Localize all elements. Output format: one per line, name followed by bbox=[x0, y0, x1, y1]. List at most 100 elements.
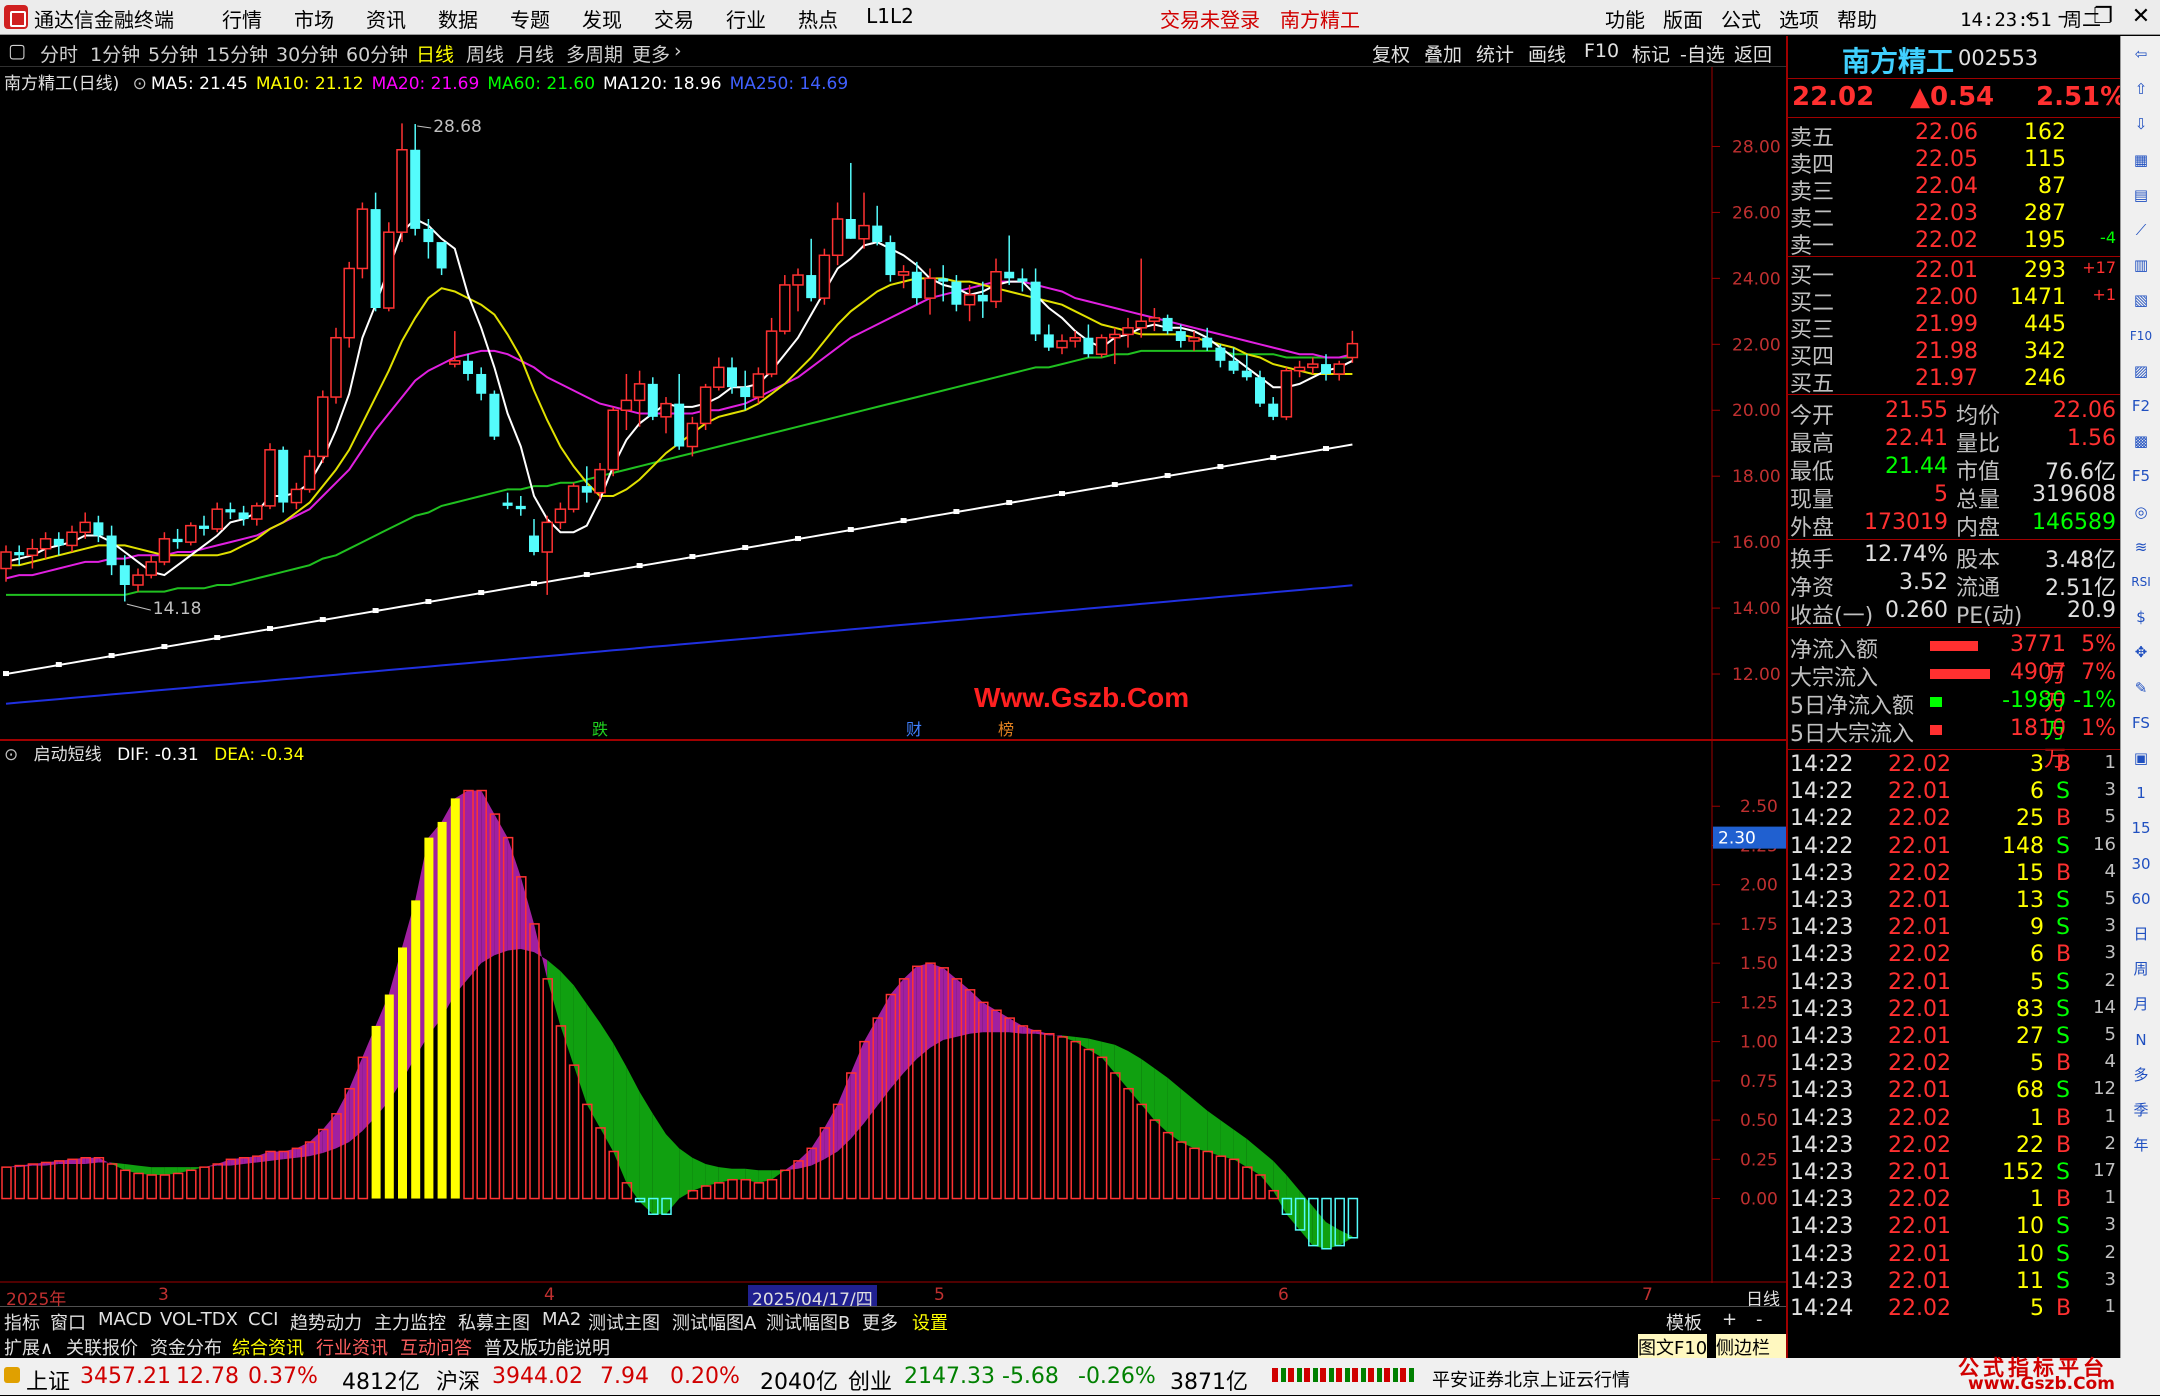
extension-tab[interactable]: 互动问答 bbox=[400, 1334, 472, 1360]
menu-item[interactable]: 市场 bbox=[278, 4, 350, 33]
indicator-tab[interactable]: - bbox=[1756, 1309, 1763, 1330]
extension-tab[interactable]: 关联报价 bbox=[66, 1334, 138, 1360]
sidebar-tool-icon[interactable]: ▥ bbox=[2127, 251, 2155, 279]
right-menu-item[interactable]: 帮助 bbox=[1828, 4, 1886, 33]
indicator-tab[interactable]: + bbox=[1722, 1309, 1737, 1330]
collapse-icon[interactable]: ▢ bbox=[8, 40, 26, 62]
trade-status[interactable]: 交易未登录 bbox=[1160, 4, 1260, 33]
extension-tab[interactable]: 资金分布 bbox=[150, 1334, 222, 1360]
sidebar-tool-icon[interactable]: 周 bbox=[2127, 955, 2155, 983]
toolbar-button[interactable]: 复权 bbox=[1372, 40, 1410, 67]
toolbar-button[interactable]: 画线 bbox=[1528, 40, 1566, 67]
right-menu-item[interactable]: 公式 bbox=[1712, 4, 1770, 33]
indicator-tab[interactable]: MA2 bbox=[542, 1309, 581, 1330]
sidebar-tool-icon[interactable]: 60 bbox=[2127, 885, 2155, 913]
menu-item[interactable]: 热点 bbox=[782, 4, 854, 33]
period-tab[interactable]: 周线 bbox=[466, 40, 504, 67]
menu-item[interactable]: 行业 bbox=[710, 4, 782, 33]
sidebar-tool-icon[interactable]: RSI bbox=[2127, 568, 2155, 596]
period-tab[interactable]: 60分钟 bbox=[346, 40, 408, 67]
sidebar-tool-icon[interactable]: F5 bbox=[2127, 462, 2155, 490]
sidebar-tool-icon[interactable]: ⇧ bbox=[2127, 75, 2155, 103]
back-arrow-icon[interactable]: ‹ bbox=[2014, 2, 2044, 32]
sidebar-tool-icon[interactable]: ▨ bbox=[2127, 357, 2155, 385]
menu-item[interactable]: L1L2 bbox=[854, 4, 926, 33]
sidebar-tool-icon[interactable]: 季 bbox=[2127, 1096, 2155, 1124]
toolbar-button[interactable]: F10 bbox=[1584, 40, 1619, 62]
sidebar-tool-icon[interactable]: 1 bbox=[2127, 779, 2155, 807]
extension-tab[interactable]: 扩展∧ bbox=[4, 1334, 53, 1360]
sidebar-tool-icon[interactable]: ▧ bbox=[2127, 286, 2155, 314]
settings-icon[interactable]: ⊙ bbox=[133, 74, 147, 94]
period-tab[interactable]: 1分钟 bbox=[90, 40, 140, 67]
close-icon[interactable]: ✕ bbox=[2126, 2, 2156, 32]
period-tab[interactable]: 5分钟 bbox=[148, 40, 198, 67]
indicator-tab[interactable]: MACD bbox=[98, 1309, 152, 1330]
sidebar-tool-icon[interactable]: ⇩ bbox=[2127, 110, 2155, 138]
toolbar-button[interactable]: 返回 bbox=[1734, 40, 1772, 67]
sidebar-tool-icon[interactable]: F2 bbox=[2127, 392, 2155, 420]
chevron-right-icon[interactable]: › bbox=[674, 40, 682, 62]
extension-tab[interactable]: 行业资讯 bbox=[316, 1334, 388, 1360]
minimize-icon[interactable]: – bbox=[2048, 2, 2078, 32]
indicator-tab[interactable]: VOL-TDX bbox=[160, 1309, 238, 1330]
toolbar-button[interactable]: 标记 bbox=[1632, 40, 1670, 67]
candle-body-up bbox=[1109, 333, 1121, 339]
period-tab[interactable]: 15分钟 bbox=[206, 40, 268, 67]
period-tab[interactable]: 日线 bbox=[416, 40, 454, 67]
sidebar-tool-icon[interactable]: ⇦ bbox=[2127, 40, 2155, 68]
sidebar-tool-icon[interactable]: ▦ bbox=[2127, 146, 2155, 174]
sidebar-tool-icon[interactable]: 多 bbox=[2127, 1061, 2155, 1089]
status-item: 2040亿 bbox=[760, 1370, 838, 1395]
sidebar-tool-icon[interactable]: 年 bbox=[2127, 1131, 2155, 1159]
sidebar-tool-icon[interactable]: ≋ bbox=[2127, 533, 2155, 561]
sidebar-tool-icon[interactable]: 日 bbox=[2127, 920, 2155, 948]
sidebar-tool-icon[interactable]: 30 bbox=[2127, 850, 2155, 878]
candle-body-up bbox=[633, 383, 646, 402]
menu-item[interactable]: 专题 bbox=[494, 4, 566, 33]
sidebar-tool-icon[interactable]: ▣ bbox=[2127, 744, 2155, 772]
menu-item[interactable]: 发现 bbox=[566, 4, 638, 33]
sidebar-tool-icon[interactable]: ✥ bbox=[2127, 638, 2155, 666]
menu-item[interactable]: 行情 bbox=[206, 4, 278, 33]
sidebar-tool-icon[interactable]: FS bbox=[2127, 709, 2155, 737]
sidebar-tool-icon[interactable]: 月 bbox=[2127, 990, 2155, 1018]
toolbar-button[interactable]: 统计 bbox=[1476, 40, 1514, 67]
toolbar-button[interactable]: -自选 bbox=[1680, 40, 1725, 67]
candle-body-up bbox=[594, 468, 606, 494]
right-menu-item[interactable]: 版面 bbox=[1654, 4, 1712, 33]
menu-item[interactable]: 数据 bbox=[422, 4, 494, 33]
sidebar-tool-icon[interactable]: ▤ bbox=[2127, 181, 2155, 209]
sidebar-tool-icon[interactable]: 15 bbox=[2127, 814, 2155, 842]
right-menu-item[interactable]: 选项 bbox=[1770, 4, 1828, 33]
sidebar-tool-icon[interactable]: F10 bbox=[2127, 322, 2155, 350]
period-tab[interactable]: 更多 bbox=[632, 40, 670, 67]
sidebar-tool-icon[interactable]: ◎ bbox=[2127, 498, 2155, 526]
menu-item[interactable]: 资讯 bbox=[350, 4, 422, 33]
indicator-tab[interactable]: CCI bbox=[248, 1309, 278, 1330]
sidebar-tool-icon[interactable]: ✎ bbox=[2127, 674, 2155, 702]
menu-item[interactable]: 交易 bbox=[638, 4, 710, 33]
restore-icon[interactable]: ❐ bbox=[2088, 2, 2118, 32]
candle-body-up bbox=[699, 386, 712, 425]
sidebar-tool-icon[interactable]: ⟋ bbox=[2127, 216, 2155, 244]
extension-tab[interactable]: 综合资讯 bbox=[232, 1334, 304, 1360]
kline-chart[interactable]: 28.00 26.00 24.00 22.00 20.00 18.00 16.00 14.00… bbox=[0, 67, 1786, 1283]
sidebar-tool-icon[interactable]: $ bbox=[2127, 603, 2155, 631]
chart-area[interactable]: 28.00 26.00 24.00 22.00 20.00 18.00 16.00 14.00… bbox=[0, 67, 1786, 1283]
tick-time: 14:23 bbox=[1790, 1132, 1854, 1158]
period-tab[interactable]: 多周期 bbox=[566, 40, 623, 67]
period-tab[interactable]: 30分钟 bbox=[276, 40, 338, 67]
toolbar-button[interactable]: 叠加 bbox=[1424, 40, 1462, 67]
period-tab[interactable]: 分时 bbox=[40, 40, 78, 67]
sidebar-tool-icon[interactable]: ▩ bbox=[2127, 427, 2155, 455]
right-menu-item[interactable]: 功能 bbox=[1596, 4, 1654, 33]
collapse-icon[interactable]: ⊙ bbox=[4, 745, 18, 765]
period-tab[interactable]: 月线 bbox=[516, 40, 554, 67]
y-tick-label: 22.00 bbox=[1732, 335, 1781, 355]
extension-tab[interactable]: 图文F10 bbox=[1638, 1334, 1708, 1360]
candle-body-down bbox=[106, 535, 117, 566]
separator bbox=[1788, 117, 2122, 118]
extension-tab[interactable]: 普及版功能说明 bbox=[484, 1334, 610, 1360]
sidebar-tool-icon[interactable]: N bbox=[2127, 1026, 2155, 1054]
